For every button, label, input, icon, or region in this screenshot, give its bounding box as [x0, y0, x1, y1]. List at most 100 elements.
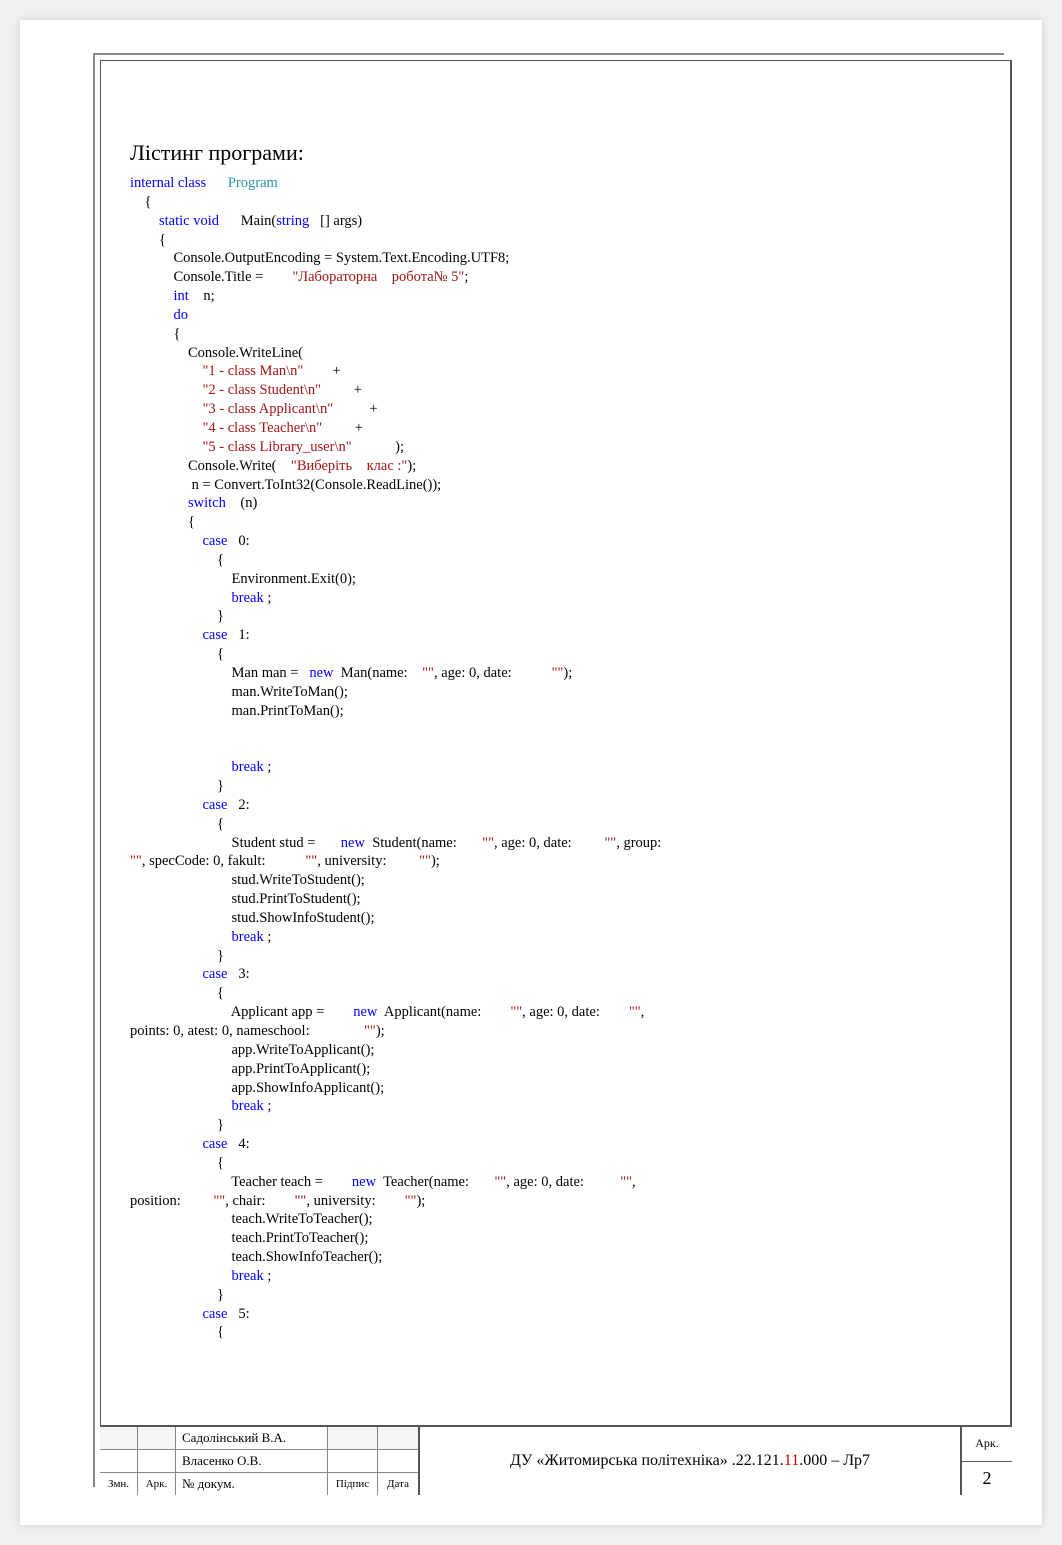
teach-h: ); [416, 1193, 425, 1209]
es15: "" [405, 1193, 417, 1209]
kw-new2: new [341, 835, 365, 851]
str-5: "5 - class Library_user\n" [203, 439, 352, 455]
teach-f: , chair: [225, 1193, 269, 1209]
label-docum: № докум. [176, 1473, 328, 1495]
c-date1 [378, 1427, 418, 1449]
label-ark: Арк. [138, 1473, 176, 1495]
writeline: Console.WriteLine( [130, 345, 303, 361]
es5: "" [130, 853, 142, 869]
es6: "" [305, 853, 317, 869]
str-lab: "Лабораторна [292, 269, 377, 285]
doc-code-red: 11 [784, 1452, 799, 1470]
es13: "" [213, 1193, 225, 1209]
n-decl: n; [200, 288, 215, 304]
kw-case0: case [203, 533, 228, 549]
kw-internal: internal [130, 175, 174, 191]
checker-name: Власенко О.В. [176, 1450, 328, 1472]
man-c: , age: 0, date: [434, 665, 515, 681]
app-f: ); [376, 1023, 385, 1039]
es1: "" [422, 665, 434, 681]
kw-break1: break [232, 759, 264, 775]
kw-case4: case [203, 1136, 228, 1152]
kw-break3: break [232, 1098, 264, 1114]
app-b: Applicant(name: [381, 1004, 485, 1020]
case4: 4: [235, 1136, 250, 1152]
case5: 5: [235, 1306, 250, 1322]
case0: 0: [235, 533, 250, 549]
stud-g: ); [431, 853, 440, 869]
kw-switch: switch [188, 495, 226, 511]
kw-string: string [276, 213, 309, 229]
brsc3: ; [267, 1098, 271, 1114]
brsc0: ; [267, 590, 271, 606]
class-name: Program [228, 175, 278, 191]
plus1: + [329, 363, 341, 379]
env-exit: Environment.Exit(0); [130, 571, 356, 587]
kw-static: static [159, 213, 190, 229]
sheet-number: 2 [962, 1462, 1012, 1496]
main-sig: Main( [237, 213, 276, 229]
doc-code-b: .000 – Лр7 [799, 1452, 870, 1470]
es10: "" [364, 1023, 376, 1039]
man-b: Man(name: [337, 665, 411, 681]
title-block: Садолінський В.А. Власенко О.В. Змн. Арк… [100, 1425, 1012, 1495]
stud-w: stud.WriteToStudent(); [130, 872, 365, 888]
teach-p: teach.PrintToTeacher(); [130, 1230, 368, 1246]
code-listing: internal class Program { static void Mai… [130, 174, 987, 1342]
title-block-left: Садолінський В.А. Власенко О.В. Змн. Арк… [100, 1427, 420, 1495]
label-date: Дата [378, 1473, 418, 1495]
line-title-a: Console.Title = [130, 269, 267, 285]
app-p: app.PrintToApplicant(); [130, 1061, 370, 1077]
stud-c: , age: 0, date: [494, 835, 575, 851]
kw-case3: case [203, 966, 228, 982]
teach-w: teach.WriteToTeacher(); [130, 1211, 373, 1227]
kw-break0: break [232, 590, 264, 606]
teach-c: , age: 0, date: [506, 1174, 587, 1190]
title-block-mid: ДУ «Житомирська політехніка» .22.121.11.… [420, 1427, 962, 1495]
app-c: , age: 0, date: [522, 1004, 603, 1020]
write-a: Console.Write( [130, 458, 276, 474]
kw-break2: break [232, 929, 264, 945]
es11: "" [494, 1174, 506, 1190]
c2 [138, 1427, 176, 1449]
label-zmn: Змн. [100, 1473, 138, 1495]
es8: "" [510, 1004, 522, 1020]
es3: "" [482, 835, 494, 851]
switch-n: (n) [237, 495, 258, 511]
es4: "" [604, 835, 616, 851]
stud-d: , group: [616, 835, 665, 851]
str-1: "1 - class Man\n" [203, 363, 304, 379]
str-vyb: "Виберіть [291, 458, 352, 474]
case1: 1: [235, 627, 250, 643]
str-3: "3 - class Applicant\n" [203, 401, 334, 417]
es14: "" [295, 1193, 307, 1209]
stud-a: Student stud = [130, 835, 319, 851]
end5: ); [395, 439, 404, 455]
c1 [100, 1427, 138, 1449]
readline: n = Convert.ToInt32(Console.ReadLine()); [130, 477, 441, 493]
plus2: + [350, 382, 362, 398]
plus4: + [351, 420, 363, 436]
teach-e: position: [130, 1193, 184, 1209]
write-b: ); [407, 458, 416, 474]
teach-s: teach.ShowInfoTeacher(); [130, 1249, 382, 1265]
kw-case1: case [203, 627, 228, 643]
row-labels: Змн. Арк. № докум. Підпис Дата [100, 1473, 418, 1495]
app-a: Applicant app = [130, 1004, 328, 1020]
c-sign1 [328, 1427, 378, 1449]
stud-b: Student(name: [369, 835, 461, 851]
title-block-right: Арк. 2 [962, 1427, 1012, 1495]
es12: "" [620, 1174, 632, 1190]
case2: 2: [235, 797, 250, 813]
kw-do: do [174, 307, 189, 323]
brsc4: ; [267, 1268, 271, 1284]
c4 [138, 1450, 176, 1472]
es7: "" [419, 853, 431, 869]
kw-break4: break [232, 1268, 264, 1284]
brsc1: ; [267, 759, 271, 775]
kw-void: void [193, 213, 219, 229]
kw-new3: new [353, 1004, 377, 1020]
str-klas: клас :" [367, 458, 408, 474]
es2: "" [552, 665, 564, 681]
str-4: "4 - class Teacher\n" [203, 420, 323, 436]
